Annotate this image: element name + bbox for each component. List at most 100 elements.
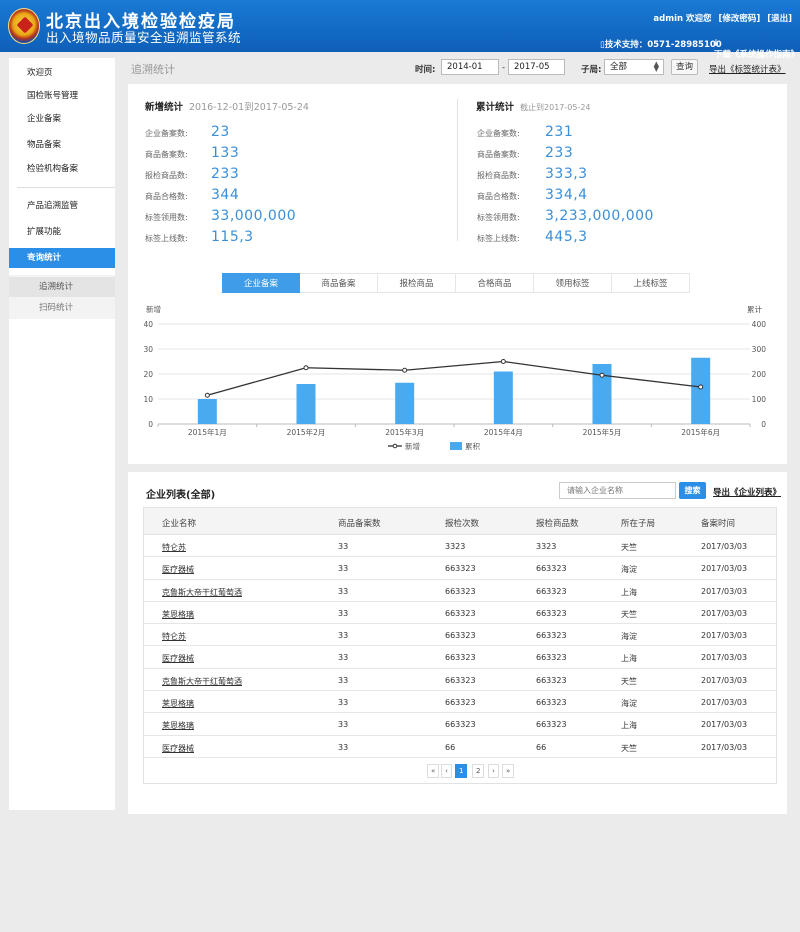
company-name-link[interactable]: 克鲁斯大帝干红葡萄酒	[162, 676, 242, 687]
sub-bureau-select[interactable]: 全部 ▲ ▼	[604, 59, 664, 75]
stat-label: 报检商品数:	[477, 171, 520, 180]
select-arrows-icon: ▲ ▼	[653, 60, 659, 73]
x-tick-label: 2015年6月	[681, 427, 720, 437]
bar	[197, 399, 217, 424]
tab-qualified[interactable]: 合格商品	[456, 273, 534, 293]
page-1-button[interactable]: 1	[455, 764, 468, 778]
date-from-input[interactable]: 2014-01	[441, 59, 499, 75]
stat-label: 企业备案数:	[477, 129, 520, 138]
pagination: « ‹ 1 2 › »	[143, 758, 777, 784]
y-tick-right: 400	[752, 320, 767, 329]
y-tick-right: 200	[752, 370, 767, 379]
stat-value: 3,233,000,000	[545, 208, 654, 224]
sidebar-item-welcome[interactable]: 欢迎页	[9, 63, 115, 83]
table-cell: 2017/03/03	[701, 608, 748, 618]
table-cell: 66	[445, 742, 456, 752]
tab-goods[interactable]: 商品备案	[300, 273, 378, 293]
export-label-stats-link[interactable]: 导出《标签统计表》	[709, 63, 786, 75]
page-2-button[interactable]: 2	[472, 764, 485, 778]
table-cell: 33	[338, 698, 349, 708]
line-point	[303, 365, 309, 371]
company-name-link[interactable]: 莱恩格璃	[162, 609, 194, 620]
stat-label: 企业备案数:	[145, 129, 188, 138]
tab-enterprise[interactable]: 企业备案	[222, 273, 300, 293]
sidebar-item-query[interactable]: 查询统计	[9, 248, 115, 268]
line-point	[599, 372, 605, 378]
table-cell: 33	[338, 653, 349, 663]
table-row: 莱恩格璃 33 663323 663323 上海 2017/03/03	[144, 713, 776, 736]
stat-value: 445,3	[545, 229, 588, 245]
submenu-item-trace-stats[interactable]: 追溯统计	[9, 277, 115, 297]
table-cell: 33	[338, 720, 349, 730]
stat-value: 133	[211, 145, 240, 161]
company-name-link[interactable]: 医疗器械	[162, 653, 194, 664]
sidebar-item-account[interactable]: 国检账号管理	[9, 86, 115, 106]
y-tick-right: 100	[752, 395, 767, 404]
table-cell: 海淀	[621, 565, 637, 575]
bar	[395, 382, 415, 424]
x-tick-label: 2015年3月	[385, 427, 424, 437]
table-cell: 663323	[536, 698, 567, 708]
line-series	[207, 360, 701, 396]
table-row: 克鲁斯大帝干红葡萄酒 33 663323 663323 天竺 2017/03/03	[144, 669, 776, 692]
x-tick-label: 2015年1月	[188, 427, 227, 437]
company-name-link[interactable]: 克鲁斯大帝干红葡萄酒	[162, 587, 242, 598]
caret-down-icon	[23, 260, 33, 265]
header-bar: 北京出入境检验检疫局 出入境物品质量安全追溯监管系统 admin 欢迎您 [修改…	[0, 0, 800, 60]
table-cell: 663323	[445, 720, 476, 730]
bar	[691, 357, 711, 424]
col-header: 所在子局	[621, 519, 656, 529]
date-dash: -	[502, 63, 506, 73]
tab-labels-online[interactable]: 上线标签	[612, 273, 690, 293]
y-tick-left: 40	[143, 320, 153, 329]
table-cell: 2017/03/03	[701, 542, 748, 551]
table-cell: 663323	[445, 675, 476, 685]
sidebar-item-extend[interactable]: 扩展功能	[9, 222, 115, 242]
company-search-input[interactable]	[559, 482, 676, 499]
table-cell: 2017/03/03	[701, 698, 748, 708]
sidebar-item-goods[interactable]: 物品备案	[9, 135, 115, 155]
legend-bar-label: 累积	[465, 441, 480, 451]
sidebar-item-trace[interactable]: 产品追溯监管	[9, 196, 115, 216]
table-cell: 2017/03/03	[701, 675, 748, 685]
last-page-button[interactable]: »	[502, 764, 515, 778]
company-name-link[interactable]: 莱恩格璃	[162, 698, 194, 709]
search-button[interactable]: 搜索	[679, 482, 706, 499]
company-name-link[interactable]: 特仑苏	[162, 542, 186, 553]
logout-link[interactable]: [退出]	[767, 14, 792, 24]
line-point	[698, 384, 704, 390]
col-header: 报检商品数	[536, 519, 579, 529]
table-cell: 663323	[445, 653, 476, 663]
download-guide-link[interactable]: ⤓下载《系统操作指南》	[714, 38, 800, 60]
sidebar-divider	[17, 187, 115, 188]
stat-label: 标签领用数:	[477, 213, 520, 222]
left-axis-label: 新增	[146, 304, 161, 314]
sidebar-submenu: 追溯统计 扫码统计	[9, 275, 115, 319]
next-page-button[interactable]: ›	[488, 764, 499, 778]
company-name-link[interactable]: 医疗器械	[162, 564, 194, 575]
date-to-input[interactable]: 2017-05	[508, 59, 565, 75]
company-name-link[interactable]: 莱恩格璃	[162, 720, 194, 731]
prev-page-button[interactable]: ‹	[441, 764, 452, 778]
export-company-list-link[interactable]: 导出《企业列表》	[713, 486, 781, 498]
sidebar-item-enterprise[interactable]: 企业备案	[9, 109, 115, 129]
table-cell: 663323	[445, 586, 476, 596]
table-cell: 66	[536, 742, 547, 752]
query-button[interactable]: 查询	[671, 59, 698, 75]
change-password-link[interactable]: [修改密码]	[718, 14, 760, 24]
stats-divider	[457, 99, 458, 241]
total-stats-title: 累计统计 截止到2017-05-24	[476, 102, 591, 113]
submenu-item-scan-stats[interactable]: 扫码统计	[9, 298, 115, 318]
table-cell: 天竺	[621, 609, 637, 619]
first-page-button[interactable]: «	[427, 764, 440, 778]
company-name-link[interactable]: 特仑苏	[162, 631, 186, 642]
stat-label: 标签上线数:	[145, 234, 188, 243]
stat-label: 商品合格数:	[145, 192, 188, 201]
tab-labels-used[interactable]: 领用标签	[534, 273, 612, 293]
table-cell: 上海	[621, 654, 637, 664]
x-tick-label: 2015年4月	[484, 427, 523, 437]
sidebar-item-lab[interactable]: 检验机构备案	[9, 159, 115, 179]
stat-value: 344	[211, 187, 240, 203]
tab-inspected[interactable]: 报检商品	[378, 273, 456, 293]
company-name-link[interactable]: 医疗器械	[162, 743, 194, 754]
